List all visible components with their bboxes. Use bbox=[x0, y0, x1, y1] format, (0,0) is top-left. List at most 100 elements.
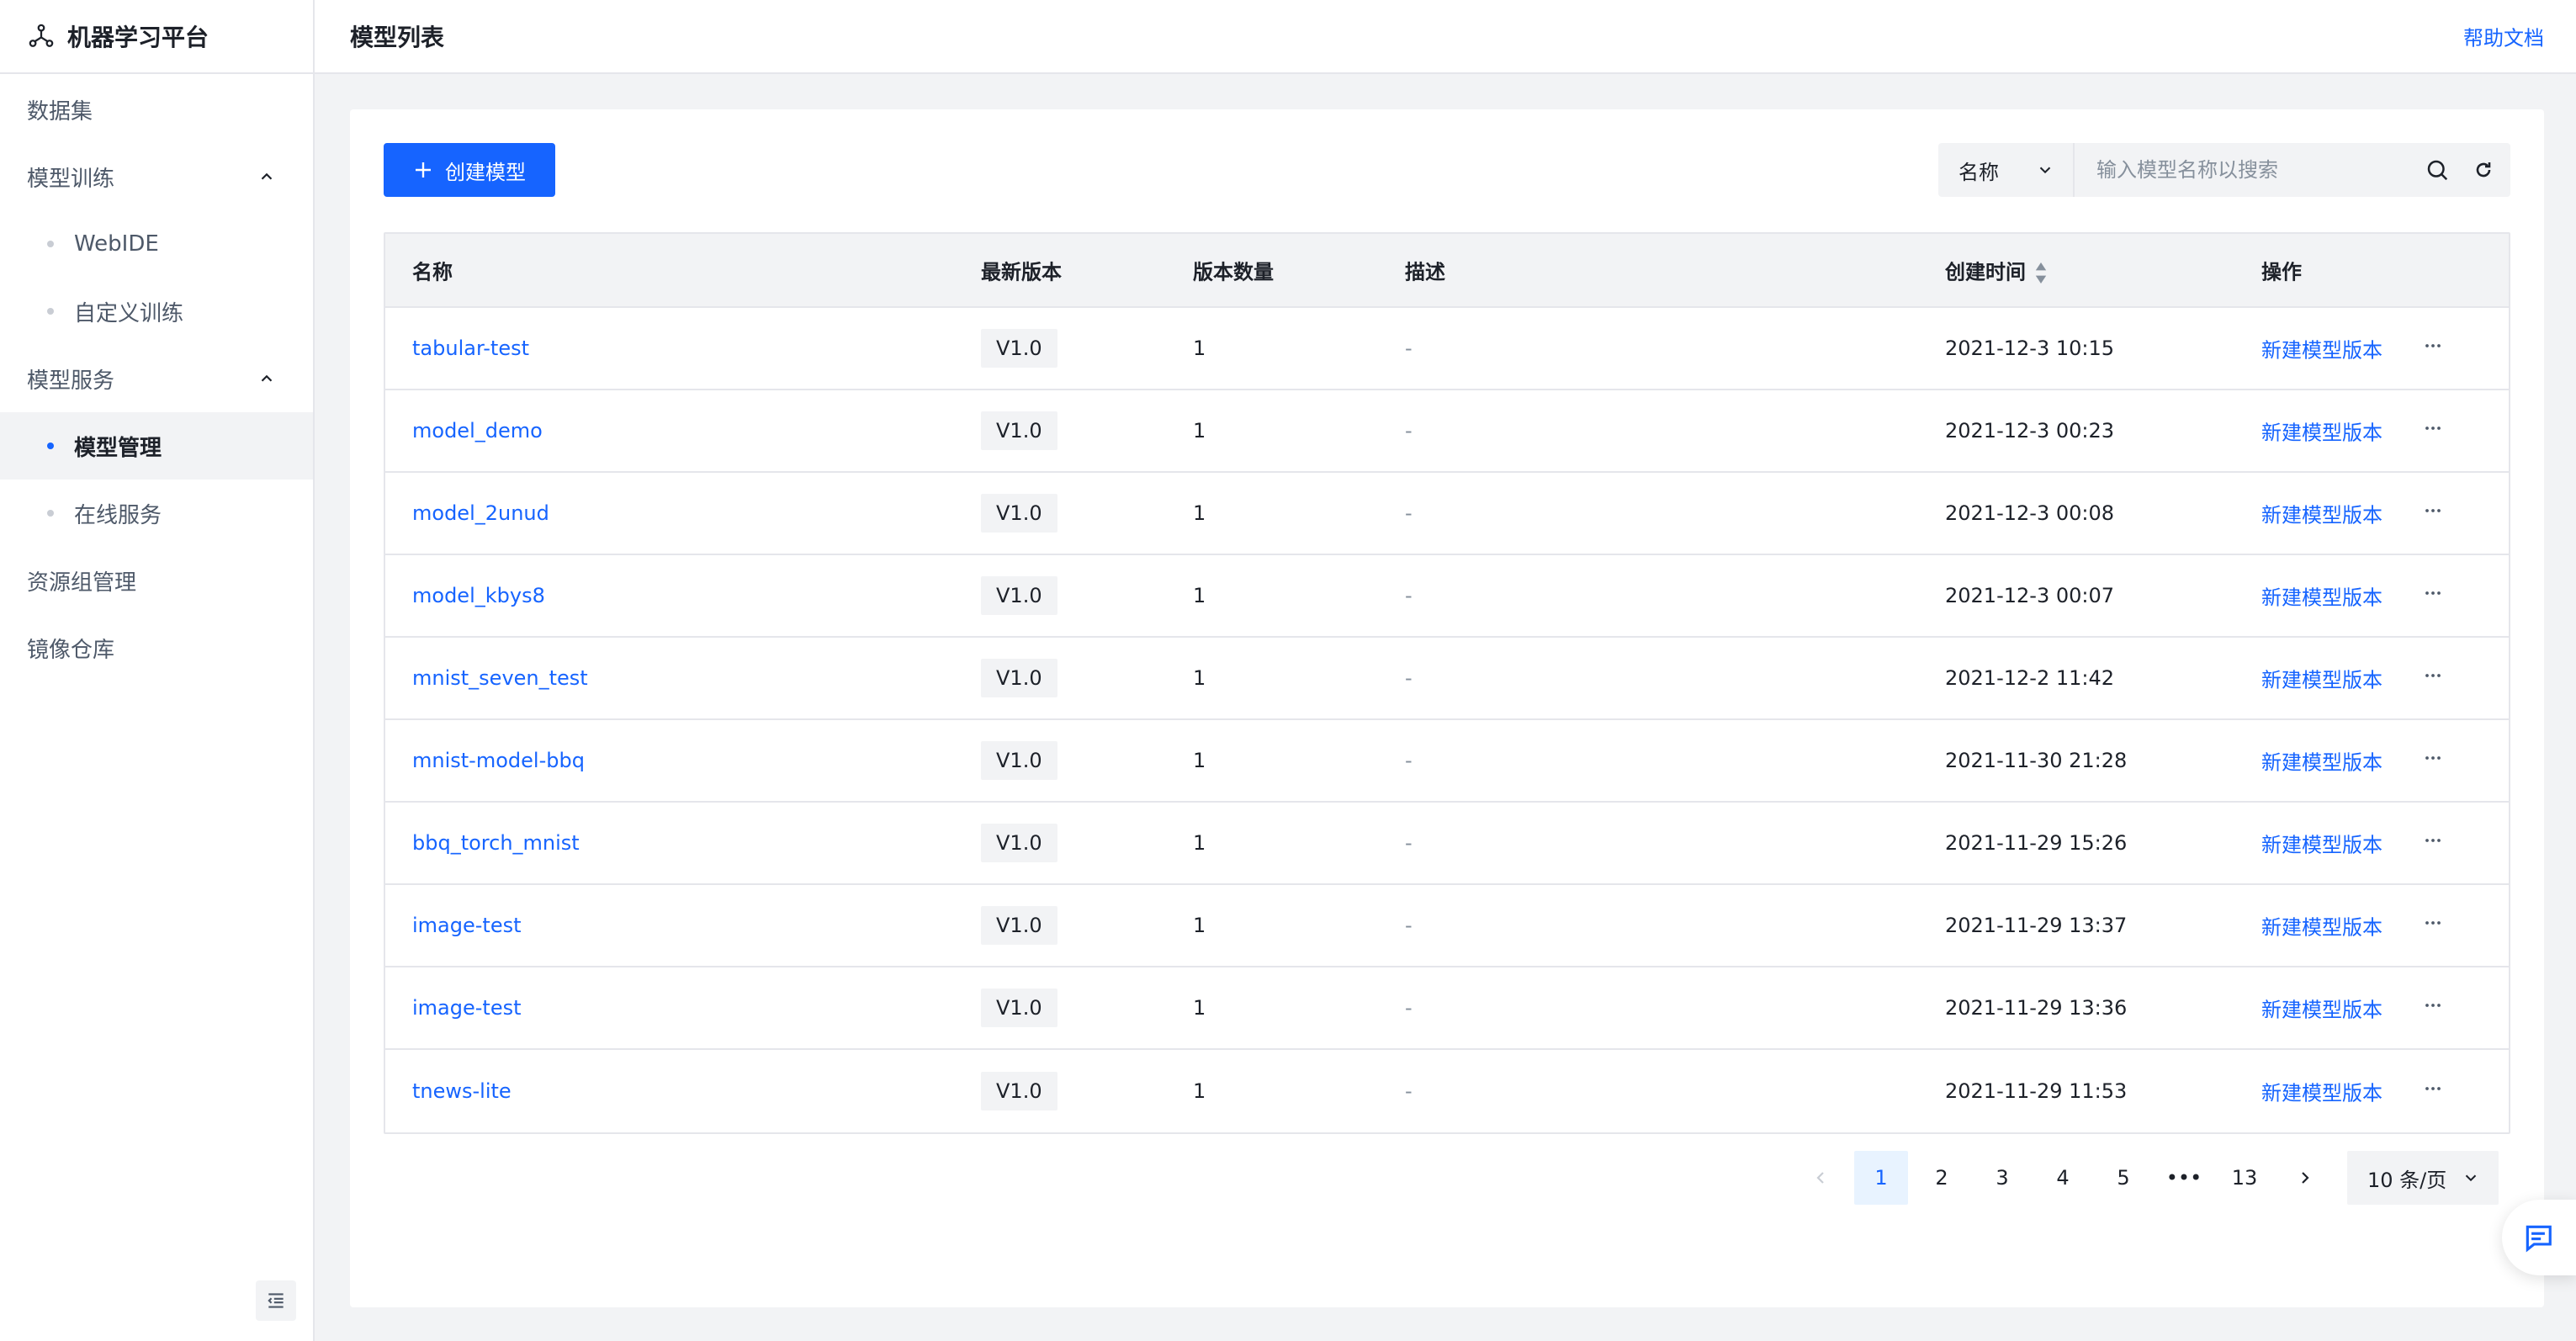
more-actions-button[interactable] bbox=[2421, 581, 2445, 610]
table-row: tabular-test V1.0 1 - 2021-12-3 10:15 新建模型版本 bbox=[385, 308, 2509, 390]
page-button[interactable]: 1 bbox=[1854, 1151, 1908, 1205]
sidebar-item-label: 模型训练 bbox=[27, 166, 115, 192]
sidebar-item-model-service[interactable]: 模型服务 bbox=[0, 345, 313, 412]
model-name-link[interactable]: image-test bbox=[412, 996, 522, 1020]
model-name-link[interactable]: bbq_torch_mnist bbox=[412, 831, 580, 855]
description: - bbox=[1405, 1079, 1413, 1103]
search-field-select[interactable]: 名称 bbox=[1938, 143, 2075, 197]
help-docs-link[interactable]: 帮助文档 bbox=[2463, 22, 2544, 51]
chevron-left-icon bbox=[1816, 1172, 1824, 1184]
page-ellipsis[interactable]: ••• bbox=[2157, 1151, 2211, 1205]
created-time: 2021-11-29 11:53 bbox=[1945, 1079, 2128, 1103]
description: - bbox=[1405, 749, 1413, 772]
model-name-link[interactable]: mnist-model-bbq bbox=[412, 749, 585, 772]
refresh-button[interactable] bbox=[2457, 143, 2510, 197]
sidebar-item-image-registry[interactable]: 镜像仓库 bbox=[0, 614, 313, 681]
more-actions-button[interactable] bbox=[2421, 664, 2445, 692]
created-time: 2021-12-2 11:42 bbox=[1945, 666, 2114, 690]
more-actions-button[interactable] bbox=[2421, 416, 2445, 445]
more-actions-button[interactable] bbox=[2421, 911, 2445, 940]
sidebar-collapse-button[interactable] bbox=[256, 1280, 296, 1321]
more-horizontal-icon bbox=[2425, 509, 2441, 512]
sidebar-item-online-service[interactable]: 在线服务 bbox=[0, 480, 313, 547]
more-horizontal-icon bbox=[2425, 921, 2441, 925]
page-button[interactable]: 2 bbox=[1915, 1151, 1969, 1205]
model-name-link[interactable]: model_demo bbox=[412, 419, 543, 443]
new-version-link[interactable]: 新建模型版本 bbox=[2261, 581, 2383, 611]
search-icon[interactable] bbox=[2425, 157, 2450, 183]
more-actions-button[interactable] bbox=[2421, 499, 2445, 527]
version-count: 1 bbox=[1193, 996, 1206, 1020]
version-cell: V1.0 bbox=[981, 989, 1057, 1027]
prev-page-button[interactable] bbox=[1794, 1151, 1847, 1205]
sidebar-item-custom-training[interactable]: 自定义训练 bbox=[0, 278, 313, 345]
next-page-button[interactable] bbox=[2278, 1151, 2332, 1205]
table-row: model_kbys8 V1.0 1 - 2021-12-3 00:07 新建模型版本 bbox=[385, 555, 2509, 638]
sidebar-item-label: 资源组管理 bbox=[27, 570, 137, 596]
top-header: 模型列表 帮助文档 bbox=[315, 0, 2576, 74]
version-tag: V1.0 bbox=[981, 494, 1057, 533]
page-button[interactable]: 13 bbox=[2218, 1151, 2271, 1205]
header-op: 操作 bbox=[2261, 260, 2302, 284]
page-button[interactable]: 3 bbox=[1975, 1151, 2029, 1205]
page-button[interactable]: 4 bbox=[2036, 1151, 2090, 1205]
sort-icon[interactable] bbox=[2034, 262, 2048, 285]
model-name-link[interactable]: tabular-test bbox=[412, 337, 529, 360]
sidebar-item-webide[interactable]: WebIDE bbox=[0, 210, 313, 278]
feedback-button[interactable] bbox=[2502, 1200, 2576, 1275]
new-version-link[interactable]: 新建模型版本 bbox=[2261, 416, 2383, 446]
new-version-link[interactable]: 新建模型版本 bbox=[2261, 746, 2383, 776]
bullet-dot-icon bbox=[47, 308, 54, 315]
model-name-link[interactable]: tnews-lite bbox=[412, 1079, 511, 1103]
new-version-link[interactable]: 新建模型版本 bbox=[2261, 829, 2383, 858]
more-horizontal-icon bbox=[2425, 839, 2441, 842]
more-actions-button[interactable] bbox=[2421, 334, 2445, 363]
more-actions-button[interactable] bbox=[2421, 1077, 2445, 1105]
model-name-link[interactable]: image-test bbox=[412, 914, 522, 937]
version-tag: V1.0 bbox=[981, 989, 1057, 1027]
header-time[interactable]: 创建时间 bbox=[1945, 256, 2048, 285]
more-horizontal-icon bbox=[2425, 591, 2441, 595]
model-name-link[interactable]: model_2unud bbox=[412, 501, 549, 525]
sidebar-item-label: 数据集 bbox=[27, 98, 93, 125]
search-input[interactable] bbox=[2075, 143, 2425, 197]
more-actions-button[interactable] bbox=[2421, 994, 2445, 1022]
version-count: 1 bbox=[1193, 419, 1206, 443]
version-tag: V1.0 bbox=[981, 411, 1057, 450]
new-version-link[interactable]: 新建模型版本 bbox=[2261, 664, 2383, 693]
version-count: 1 bbox=[1193, 914, 1206, 937]
sidebar-item-resource-groups[interactable]: 资源组管理 bbox=[0, 547, 313, 614]
sidebar-item-model-management[interactable]: 模型管理 bbox=[0, 412, 313, 480]
version-tag: V1.0 bbox=[981, 741, 1057, 780]
model-name-link[interactable]: mnist_seven_test bbox=[412, 666, 588, 690]
more-actions-button[interactable] bbox=[2421, 829, 2445, 857]
new-version-link[interactable]: 新建模型版本 bbox=[2261, 1077, 2383, 1106]
table-row: tnews-lite V1.0 1 - 2021-11-29 11:53 新建模型版本 bbox=[385, 1050, 2509, 1132]
chevron-up-icon bbox=[261, 374, 273, 382]
more-actions-button[interactable] bbox=[2421, 746, 2445, 775]
version-tag: V1.0 bbox=[981, 906, 1057, 945]
new-version-link[interactable]: 新建模型版本 bbox=[2261, 994, 2383, 1023]
table-row: model_demo V1.0 1 - 2021-12-3 00:23 新建模型版本 bbox=[385, 390, 2509, 473]
page-size-select[interactable]: 10 条/页 bbox=[2347, 1151, 2499, 1205]
page-button[interactable]: 5 bbox=[2096, 1151, 2150, 1205]
bullet-dot-icon bbox=[47, 241, 54, 247]
more-horizontal-icon bbox=[2425, 427, 2441, 430]
version-cell: V1.0 bbox=[981, 494, 1057, 533]
sidebar-item-label: 自定义训练 bbox=[74, 300, 184, 326]
create-model-button[interactable]: 创建模型 bbox=[384, 143, 555, 197]
new-version-link[interactable]: 新建模型版本 bbox=[2261, 334, 2383, 363]
created-time: 2021-11-29 13:36 bbox=[1945, 996, 2128, 1020]
model-name-link[interactable]: model_kbys8 bbox=[412, 584, 545, 607]
header-time-label: 创建时间 bbox=[1945, 260, 2026, 284]
header-version: 最新版本 bbox=[981, 260, 1062, 284]
created-time: 2021-11-30 21:28 bbox=[1945, 749, 2128, 772]
sidebar-item-label: 模型服务 bbox=[27, 368, 115, 394]
new-version-link[interactable]: 新建模型版本 bbox=[2261, 499, 2383, 528]
sidebar-item-model-training[interactable]: 模型训练 bbox=[0, 143, 313, 210]
sidebar-item-datasets[interactable]: 数据集 bbox=[0, 76, 313, 143]
page-numbers: 1 2 3 4 5 ••• 13 bbox=[1854, 1151, 2278, 1205]
description: - bbox=[1405, 666, 1413, 690]
new-version-link[interactable]: 新建模型版本 bbox=[2261, 911, 2383, 941]
created-time: 2021-12-3 00:23 bbox=[1945, 419, 2114, 443]
